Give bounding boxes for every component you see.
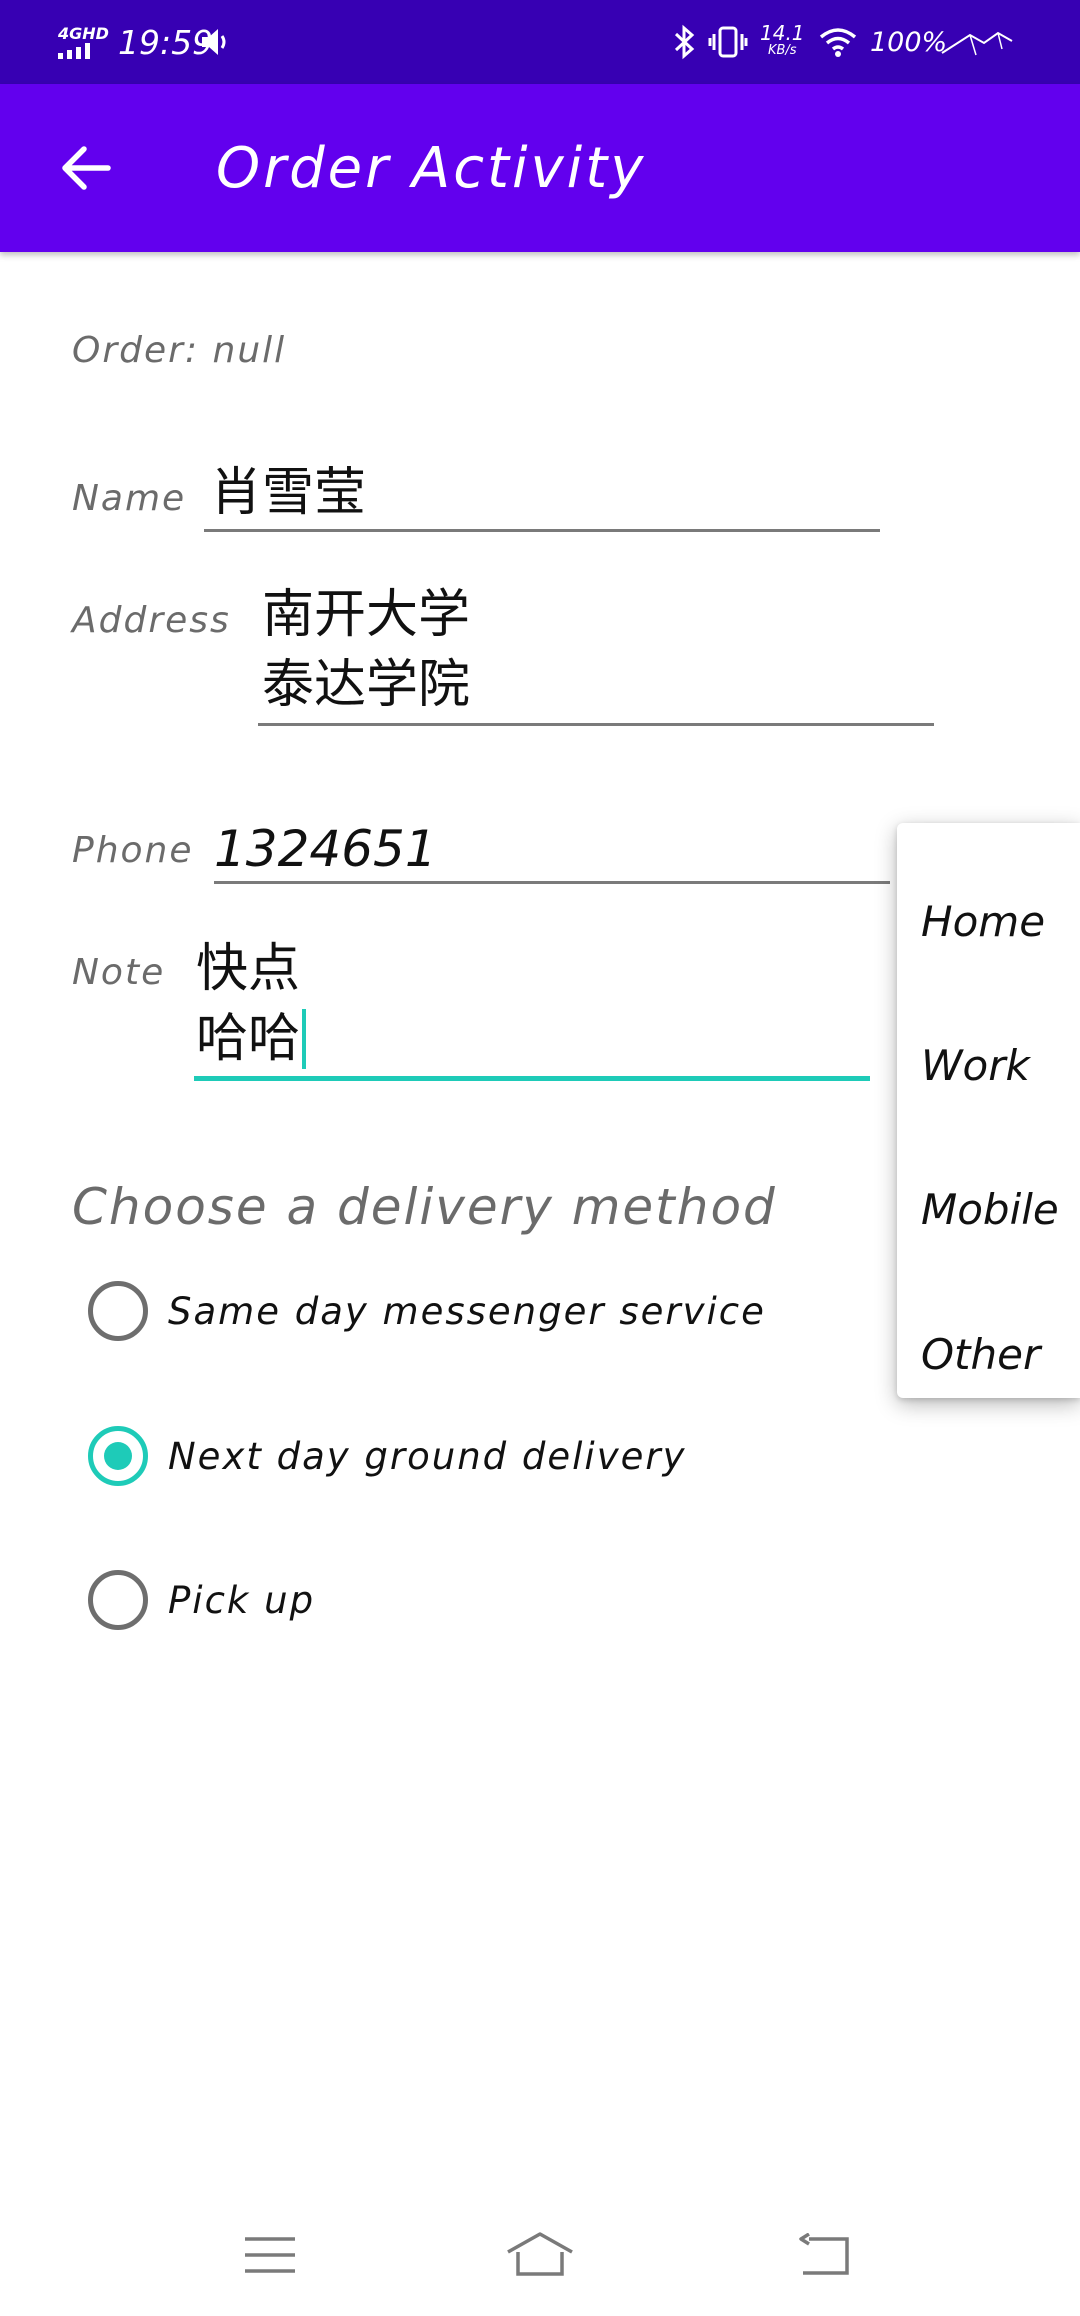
radio-button-checked[interactable] <box>88 1426 148 1486</box>
note-line-1[interactable]: 快点 <box>196 934 300 1004</box>
network-indicator: 4GHD <box>58 0 109 84</box>
phone-type-dropdown: Home Work Mobile Other <box>897 823 1080 1398</box>
radio-label: Same day messenger service <box>168 1289 766 1333</box>
battery-level: 100% <box>870 26 948 58</box>
address-line-2[interactable]: 泰达学院 <box>262 650 470 720</box>
arrow-left-icon <box>62 146 111 190</box>
bluetooth-icon <box>672 0 698 84</box>
network-speed: 14.1 KB/s <box>760 0 805 84</box>
phone-underline <box>214 881 890 884</box>
menu-button[interactable] <box>230 2220 310 2290</box>
radio-pick-up[interactable]: Pick up <box>88 1565 315 1635</box>
home-icon <box>507 2232 573 2276</box>
wifi-icon <box>818 0 858 84</box>
status-bar: 4GHD 19:59 14.1 KB/s 100% <box>0 0 1080 84</box>
app-bar: Order Activity <box>0 84 1080 252</box>
radio-label: Pick up <box>168 1578 316 1622</box>
radio-same-day[interactable]: Same day messenger service <box>88 1276 766 1346</box>
text-cursor <box>302 1009 307 1069</box>
phone-value[interactable]: 1324651 <box>214 814 437 884</box>
back-nav-button[interactable] <box>784 2220 864 2290</box>
radio-label: Next day ground delivery <box>168 1434 687 1478</box>
note-label: Note <box>72 952 166 993</box>
signal-icon <box>58 43 90 59</box>
speed-value: 14.1 <box>760 21 805 45</box>
order-label: Order: null <box>72 330 287 371</box>
address-line-1[interactable]: 南开大学 <box>262 580 470 650</box>
name-underline <box>204 529 880 532</box>
battery-icon <box>940 0 1014 84</box>
page-title: Order Activity <box>216 135 647 201</box>
menu-item-home[interactable]: Home <box>921 876 1045 966</box>
address-label: Address <box>72 600 231 641</box>
vibrate-icon <box>708 0 748 84</box>
note-line-2-wrap[interactable]: 哈哈 <box>196 1004 307 1074</box>
back-button[interactable] <box>46 128 126 208</box>
menu-item-other[interactable]: Other <box>921 1309 1040 1399</box>
speed-unit: KB/s <box>767 43 797 58</box>
delivery-title: Choose a delivery method <box>72 1178 777 1236</box>
radio-button[interactable] <box>88 1570 148 1630</box>
name-value[interactable]: 肖雪莹 <box>210 458 366 528</box>
volume-icon <box>198 0 232 84</box>
return-icon <box>799 2233 849 2275</box>
radio-button[interactable] <box>88 1281 148 1341</box>
note-underline <box>194 1076 870 1081</box>
note-line-2: 哈哈 <box>196 1009 301 1069</box>
home-button[interactable] <box>500 2220 580 2290</box>
radio-next-day[interactable]: Next day ground delivery <box>88 1421 687 1491</box>
menu-item-work[interactable]: Work <box>921 1020 1030 1110</box>
menu-icon <box>245 2237 295 2273</box>
phone-label: Phone <box>72 830 194 871</box>
network-label: 4GHD <box>58 24 109 43</box>
menu-item-mobile[interactable]: Mobile <box>921 1164 1059 1254</box>
address-underline <box>258 723 934 726</box>
name-label: Name <box>72 478 187 519</box>
